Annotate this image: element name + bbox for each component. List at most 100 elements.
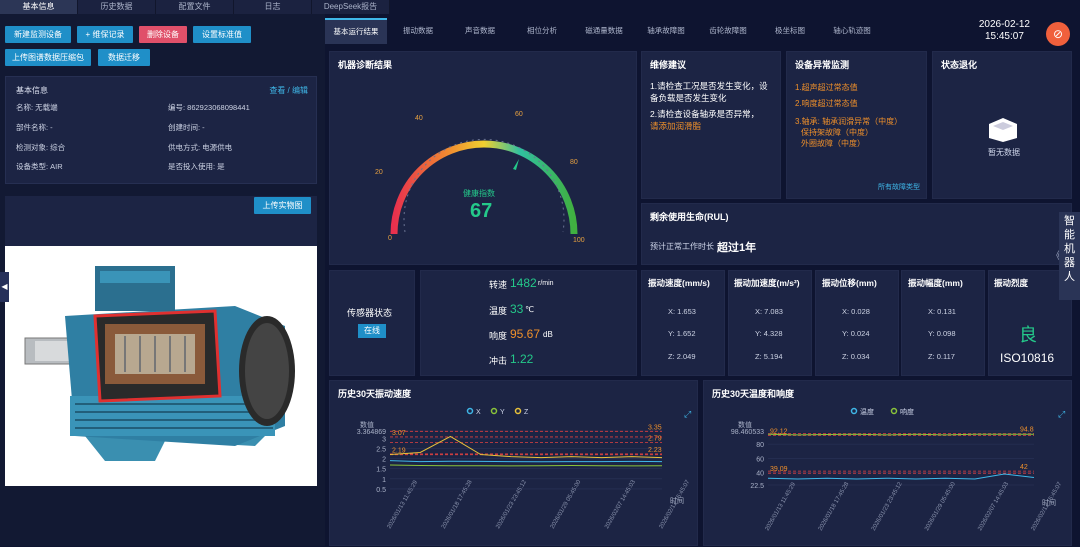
maintenance-item-1: 1.请检查工况是否发生变化，设备负载是否发生变化: [650, 81, 768, 103]
threshold-label: 2.23: [648, 447, 662, 454]
tab-bearing-fault[interactable]: 轴承故障图: [635, 18, 697, 44]
sensor-panel: 传感器状态 在线: [329, 270, 415, 376]
impact-value: 1.22: [510, 352, 534, 366]
set-standard-button[interactable]: 设置标准值: [193, 26, 251, 43]
sensor-title: 传感器状态: [347, 308, 393, 318]
tab-sound-data[interactable]: 声音数据: [449, 18, 511, 44]
tab-basic-info[interactable]: 基本信息: [0, 0, 78, 14]
tab-polar-chart[interactable]: 极坐标图: [759, 18, 821, 44]
vib-velocity-y: Y: 1.652: [668, 329, 696, 338]
rul-title: 剩余使用生命(RUL): [650, 212, 729, 222]
tab-axis-orbit[interactable]: 轴心轨迹图: [821, 18, 883, 44]
legend-marker: [514, 407, 522, 415]
analysis-tab-bar: 基本运行结果 振动数据 声音数据 相位分析 磁通量数据 轴承故障图 齿轮故障图 …: [325, 18, 975, 44]
x-tick-label: 2026/01/29 05:45:00: [550, 479, 583, 530]
device-code: 编号: 862923068098441: [168, 103, 250, 112]
metrics-panel: 转速 1482 r/min 温度 33 ℃ 响度 95.67 dB 冲击 1.2…: [420, 270, 637, 376]
upload-package-button[interactable]: 上传图谱数据压缩包: [5, 49, 91, 66]
created-time: 创建时间: -: [168, 123, 205, 132]
tab-history-data[interactable]: 历史数据: [78, 0, 156, 14]
threshold-label: 3.35: [648, 424, 662, 431]
vib-chart: 数值时间3.36486932.521.510.5 2026/01/13 11:45…: [357, 407, 692, 530]
state-panel: 状态退化 暂无数据: [932, 51, 1072, 199]
vib-velocity-z: Z: 2.049: [668, 352, 696, 361]
loudness-label: 响度: [489, 331, 508, 341]
delete-device-button[interactable]: 删除设备: [139, 26, 187, 43]
y-tick-label: 80: [756, 442, 764, 449]
vib-accel-z: Z: 5.194: [755, 352, 783, 361]
vib-disp-y: Y: 0.024: [842, 329, 870, 338]
x-tick-label: 2026/01/18 17:45:28: [441, 479, 474, 530]
maintenance-title: 维修建议: [650, 60, 687, 70]
anomaly-title: 设备异常监测: [795, 60, 850, 70]
motor-image: [5, 246, 317, 486]
tab-gear-fault[interactable]: 齿轮故障图: [697, 18, 759, 44]
view-edit-link[interactable]: 查看 / 编辑: [269, 85, 308, 96]
x-tick-label: 2026/02/07 14:45:03: [977, 481, 1010, 532]
y-tick-label: 2.5: [376, 446, 386, 453]
temp-unit: ℃: [525, 305, 534, 314]
svg-text:0: 0: [388, 235, 392, 242]
legend-marker: [850, 407, 858, 415]
temp-chart: 数值时间98.46053380604022.5 2026/01/13 11:45:…: [731, 407, 1064, 532]
robot-collapse-arrow[interactable]: 《: [1051, 247, 1061, 262]
tab-phase-analysis[interactable]: 相位分析: [511, 18, 573, 44]
basic-info-title: 基本信息: [16, 86, 48, 95]
maintenance-panel: 维修建议 1.请检查工况是否发生变化，设备负载是否发生变化 2.请检查设备轴承是…: [641, 51, 781, 199]
legend-marker: [490, 407, 498, 415]
tab-basic-result[interactable]: 基本运行结果: [325, 18, 387, 44]
y-tick-label: 1.5: [376, 467, 386, 474]
vib-amp-x: X: 0.131: [928, 307, 956, 316]
series-line-温度: [767, 473, 1035, 480]
x-tick-label: 2026/01/13 11:45:29: [765, 481, 798, 532]
vib-velocity-header: 振动速度(mm/s): [648, 278, 710, 288]
vib-disp-header: 振动位移(mm): [822, 278, 877, 288]
vib-accel-panel: 振动加速度(m/s²) X: 7.083 Y: 4.328 Z: 5.194: [728, 270, 812, 376]
legend-marker: [466, 407, 474, 415]
x-tick-label: 2026/02/12 15:45:07: [659, 479, 692, 530]
tab-log[interactable]: 日志: [234, 0, 312, 14]
ai-robot-button[interactable]: 智能机器人: [1059, 212, 1080, 300]
rul-value: 超过1年: [717, 242, 757, 254]
all-fault-types-link[interactable]: 所有故障类型: [878, 182, 920, 192]
tab-vibration-data[interactable]: 振动数据: [387, 18, 449, 44]
maintenance-record-button[interactable]: + 维保记录: [77, 26, 133, 43]
tab-config-file[interactable]: 配置文件: [156, 0, 234, 14]
health-value: 67: [470, 200, 493, 222]
anomaly-item-3: 3.轴承: 轴承润滑异常（中度）: [795, 117, 903, 126]
tab-deepseek-report[interactable]: DeepSeek报告: [312, 0, 390, 14]
state-title: 状态退化: [941, 60, 978, 70]
left-collapse-handle[interactable]: ◀: [0, 272, 9, 302]
temp-label: 温度: [489, 306, 508, 316]
x-tick-label: 2026/01/18 17:45:28: [818, 481, 851, 532]
tab-flux-data[interactable]: 磁通量数据: [573, 18, 635, 44]
anomaly-item-5: 外圈故障（中度）: [801, 139, 865, 148]
new-device-button[interactable]: 新建监测设备: [5, 26, 71, 43]
upload-photo-button[interactable]: 上传实物图: [254, 197, 311, 214]
maintenance-item-2: 2.请检查设备轴承是否异常，: [650, 109, 760, 119]
ai-robot-label: 智能机器人: [1064, 215, 1075, 283]
vib-velocity-x: X: 1.653: [668, 307, 696, 316]
data-migrate-button[interactable]: 数据迁移: [98, 49, 150, 66]
vib-disp-x: X: 0.028: [842, 307, 870, 316]
close-icon[interactable]: ⊘: [1046, 22, 1070, 46]
health-gauge: 0 20 40 60 80 100: [375, 111, 585, 244]
threshold-label: 42: [1020, 464, 1028, 471]
temp-history-panel: 历史30天温度和响度 ⤢ 数值 时间 98.460533 80 60 40 22.5 2026…: [703, 380, 1072, 546]
x-tick-label: 2026/01/23 23:45:12: [871, 481, 904, 532]
y-tick-label: 2: [382, 457, 386, 464]
y-tick-label: 98.460533: [731, 429, 764, 436]
x-tick-label: 2026/02/12 15:45:07: [1031, 481, 1064, 532]
rul-label: 预计正常工作时长: [650, 242, 714, 251]
detect-object: 检测对象: 综合: [16, 143, 66, 152]
anomaly-item-2: 2.响度超过常态值: [795, 99, 858, 108]
legend-label: Y: [500, 409, 505, 416]
speed-unit: r/min: [538, 280, 554, 287]
vib-amp-header: 振动幅度(mm): [908, 278, 963, 288]
time-text: 15:45:07: [984, 31, 1024, 42]
diagnosis-panel: 机器诊断结果 0 20 40 60 80 100 健康指数 67: [329, 51, 637, 265]
vib-amp-panel: 振动幅度(mm) X: 0.131 Y: 0.098 Z: 0.117: [901, 270, 985, 376]
threshold-label: 94.8: [1020, 427, 1034, 434]
x-tick-label: 2026/01/29 05:45:00: [924, 481, 957, 532]
svg-text:100: 100: [573, 237, 585, 244]
